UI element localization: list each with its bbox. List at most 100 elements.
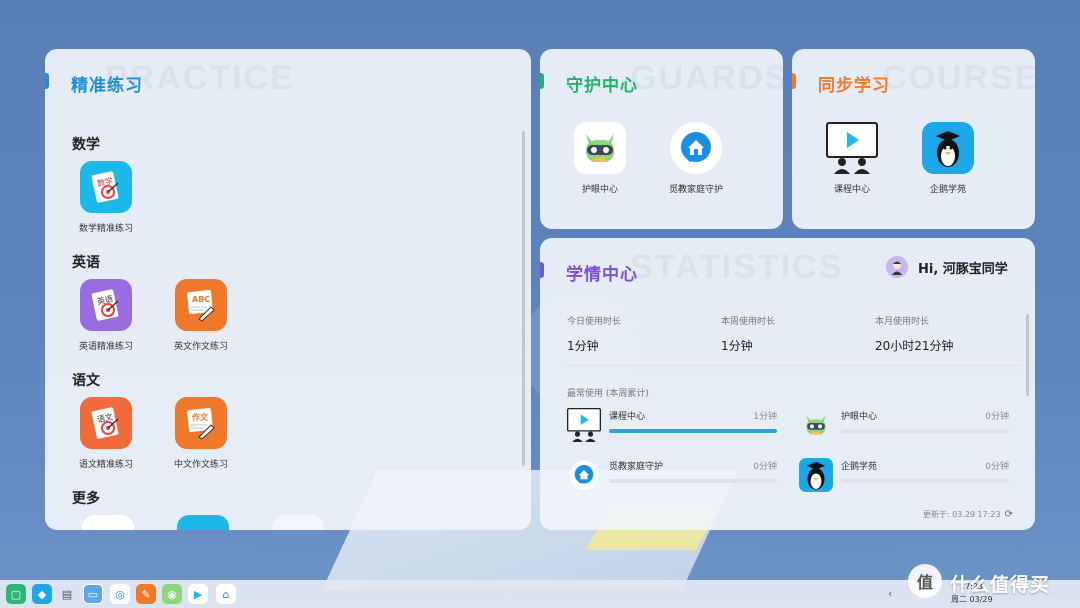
study-title: 学情中心 [566, 265, 638, 285]
stat-week: 本周使用时长 1分钟 [721, 314, 775, 354]
penguin-academy-icon [922, 122, 974, 174]
stat-label: 本月使用时长 [875, 317, 930, 327]
watermark-logo: 值 [908, 564, 942, 598]
sync-ghost-text: COURSE [882, 59, 1035, 97]
sync-accent [792, 73, 796, 89]
section-chinese: 语文 [72, 373, 100, 389]
refresh-icon[interactable]: ⟳ [1005, 509, 1013, 520]
study-accent [540, 262, 544, 278]
app-eye-care[interactable]: 护眼中心 [550, 122, 650, 195]
browser-icon[interactable]: ◎ [110, 584, 130, 604]
svg-text:作文: 作文 [192, 412, 209, 422]
course-center-icon[interactable]: ▶ [188, 584, 208, 604]
usage-progress-track [841, 479, 1009, 483]
watermark-text: 什么值得买 [950, 574, 1051, 596]
usage-time: 0分钟 [985, 412, 1009, 422]
stat-label: 本周使用时长 [721, 317, 776, 327]
usage-progress-fill [609, 429, 777, 433]
guard-title: 守护中心 [566, 76, 638, 96]
app-family-guard[interactable]: 觅教家庭守护 [646, 122, 746, 195]
usage-time: 0分钟 [753, 462, 777, 472]
usage-progress-track [841, 429, 1009, 433]
app-label: 英文作文练习 [173, 342, 228, 352]
english-writing-icon: ABC [175, 279, 227, 331]
english-book-icon: 英语 [80, 279, 132, 331]
updated-text: 更新于: 03.29 17:23 [922, 510, 1001, 519]
chevron-left-icon[interactable]: ‹ [888, 587, 892, 600]
avatar [886, 256, 908, 278]
course-center-icon [567, 407, 601, 443]
study-panel: STATISTICS 学情中心 Hi, 河豚宝同学 今日使用时长 1分钟 本周使… [540, 238, 1035, 530]
app-label: 企鹅学苑 [929, 185, 966, 195]
section-math: 数学 [72, 137, 100, 153]
app-label: 语文精准练习 [78, 460, 133, 470]
divider [566, 365, 1023, 366]
usage-item-penguin[interactable]: 企鹅学苑 0分钟 [799, 457, 1009, 497]
guard-accent [540, 73, 544, 89]
eye-care-robot-icon [799, 407, 833, 443]
home-icon[interactable]: ▢ [6, 584, 26, 604]
recent-apps-icon[interactable]: ▤ [57, 584, 77, 604]
usage-item-course[interactable]: 课程中心 1分钟 [567, 407, 777, 447]
user-greeting[interactable]: Hi, 河豚宝同学 [886, 256, 1008, 278]
eye-care-robot-icon[interactable]: ◉ [162, 584, 182, 604]
guard-ghost-text: GUARDS [630, 59, 783, 97]
usage-name: 课程中心 [609, 412, 646, 422]
app-label: 护眼中心 [581, 185, 618, 195]
app-chinese-practice[interactable]: 语文 语文精准练习 [56, 397, 156, 470]
active-app-icon[interactable]: ▭ [83, 584, 103, 604]
section-more: 更多 [72, 491, 100, 507]
eye-care-robot-icon [574, 122, 626, 174]
usage-name: 企鹅学苑 [841, 462, 878, 472]
app-label: 数学精准练习 [78, 224, 133, 234]
more-app-2-icon[interactable] [177, 515, 229, 530]
app-math-practice[interactable]: 数学 数学精准练习 [56, 161, 156, 234]
app-label: 觅教家庭守护 [668, 185, 723, 195]
sync-panel: COURSE 同步学习 课程中心 企鹅学苑 [792, 49, 1035, 229]
usage-title: 最常使用 (本周累计) [567, 389, 649, 399]
usage-progress-track [609, 429, 777, 433]
math-book-icon: 数学 [80, 161, 132, 213]
app-penguin-academy[interactable]: 企鹅学苑 [898, 122, 998, 195]
course-center-icon [826, 122, 878, 174]
section-english: 英语 [72, 255, 100, 271]
update-timestamp: 更新于: 03.29 17:23 ⟳ [923, 509, 1013, 520]
more-app-1-icon[interactable] [82, 515, 134, 530]
usage-name: 护眼中心 [841, 412, 878, 422]
app-chinese-writing[interactable]: 作文 中文作文练习 [151, 397, 251, 470]
greeting-text: Hi, 河豚宝同学 [918, 261, 1008, 277]
stat-label: 今日使用时长 [567, 317, 622, 327]
family-guard-icon [567, 457, 601, 493]
app-course-center[interactable]: 课程中心 [802, 122, 902, 195]
study-ghost-text: STATISTICS [630, 248, 844, 286]
stat-month: 本月使用时长 20小时21分钟 [875, 314, 954, 354]
penguin-academy-icon [799, 457, 833, 493]
more-app-3-icon[interactable] [272, 515, 324, 530]
study-scrollbar[interactable] [1026, 314, 1029, 396]
usage-time: 0分钟 [985, 462, 1009, 472]
practice-title: 精准练习 [71, 76, 143, 96]
svg-text:ABC: ABC [192, 295, 210, 304]
family-guard-icon [670, 122, 722, 174]
app-english-practice[interactable]: 英语 英语精准练习 [56, 279, 156, 352]
usage-item-eye-care[interactable]: 护眼中心 0分钟 [799, 407, 1009, 447]
usage-progress-track [609, 479, 777, 483]
app-label: 中文作文练习 [173, 460, 228, 470]
stat-value: 1分钟 [567, 339, 599, 353]
app-english-writing[interactable]: ABC 英文作文练习 [151, 279, 251, 352]
usage-item-family-guard[interactable]: 觅教家庭守护 0分钟 [567, 457, 777, 497]
practice-accent [45, 73, 49, 89]
guard-panel: GUARDS 守护中心 护眼中心 觅教家庭守护 [540, 49, 783, 229]
writing-app-icon[interactable]: ✎ [136, 584, 156, 604]
sync-title: 同步学习 [818, 76, 890, 96]
practice-scrollbar[interactable] [522, 131, 525, 466]
stat-today: 今日使用时长 1分钟 [567, 314, 621, 354]
family-guard-icon[interactable]: ⌂ [216, 584, 236, 604]
chinese-writing-icon: 作文 [175, 397, 227, 449]
app-label: 课程中心 [833, 185, 870, 195]
stat-value: 20小时21分钟 [875, 339, 954, 353]
usage-name: 觅教家庭守护 [609, 462, 664, 472]
app-store-icon[interactable]: ◆ [32, 584, 52, 604]
chinese-book-icon: 语文 [80, 397, 132, 449]
stat-value: 1分钟 [721, 339, 753, 353]
